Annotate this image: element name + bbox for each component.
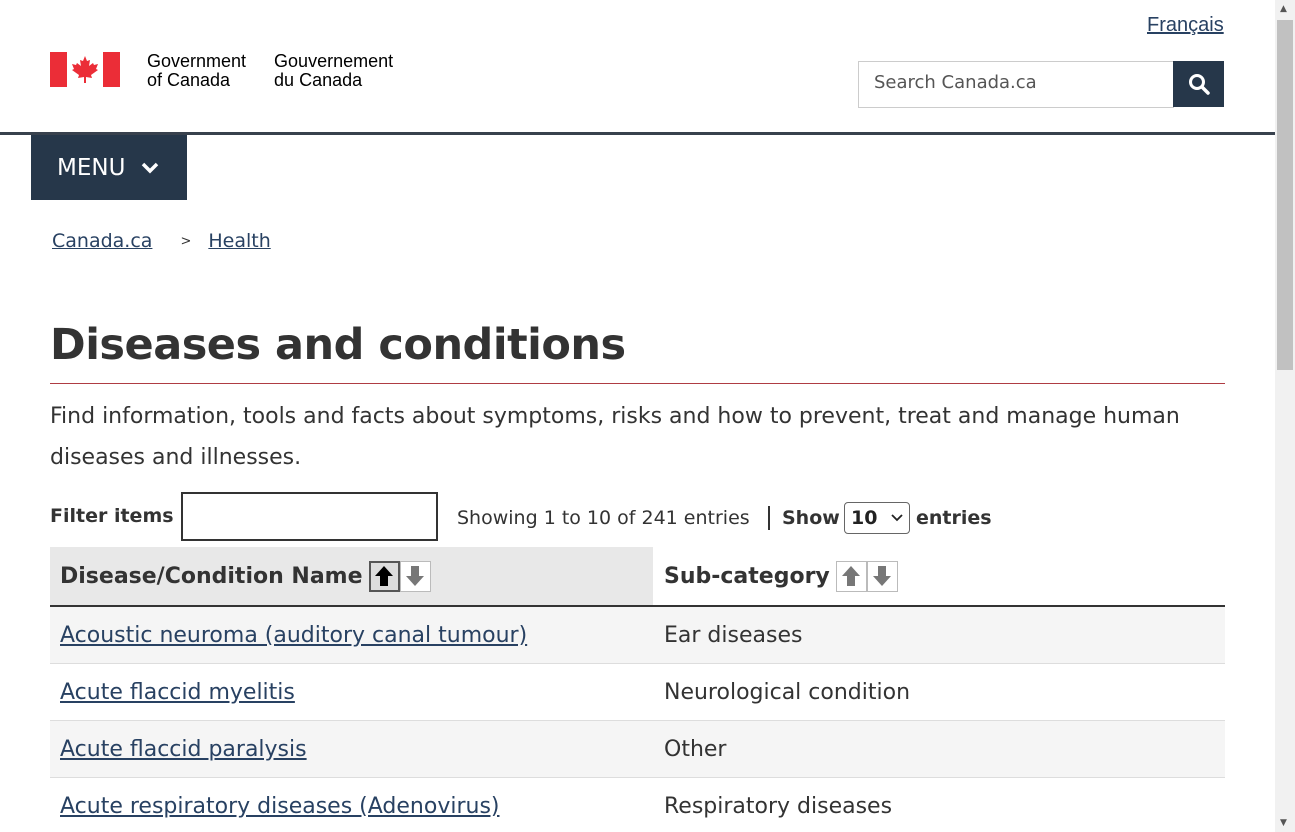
header-divider	[0, 132, 1275, 135]
info-divider	[768, 506, 770, 530]
sort-controls	[368, 560, 431, 592]
chevron-down-icon	[142, 162, 159, 173]
subcategory-cell: Other	[664, 736, 727, 762]
table-row: Acoustic neuroma (auditory canal tumour)…	[50, 607, 1225, 664]
breadcrumb-separator: >	[180, 233, 192, 249]
arrow-down-icon[interactable]	[866, 560, 898, 592]
entries-label: entries	[916, 507, 992, 529]
filter-input[interactable]	[181, 492, 438, 541]
subcategory-cell: Ear diseases	[664, 622, 803, 648]
breadcrumb: Canada.ca > Health	[52, 230, 271, 252]
arrow-up-icon[interactable]	[368, 560, 400, 592]
menu-button[interactable]: MENU	[31, 135, 187, 200]
scrollbar-thumb[interactable]	[1277, 20, 1293, 370]
scroll-up-icon[interactable]: ▲	[1280, 4, 1287, 14]
search-button[interactable]	[1173, 61, 1224, 107]
breadcrumb-link-health[interactable]: Health	[208, 230, 270, 252]
wordmark-fr: Gouvernement du Canada	[274, 51, 394, 90]
subcategory-cell: Neurological condition	[664, 679, 911, 705]
show-label: Show	[782, 507, 840, 529]
subcategory-cell: Respiratory diseases	[664, 793, 893, 819]
entries-info: Showing 1 to 10 of 241 entries	[457, 507, 750, 529]
disease-link[interactable]: Acute respiratory diseases (Adenovirus)	[60, 794, 499, 819]
language-toggle-link[interactable]: Français	[1147, 14, 1224, 37]
search-input[interactable]: Search Canada.ca	[858, 61, 1174, 108]
search-icon	[1188, 74, 1210, 95]
table-row: Acute flaccid paralysis Other	[50, 721, 1225, 778]
table-row: Acute respiratory diseases (Adenovirus) …	[50, 778, 1225, 832]
title-divider	[50, 383, 1225, 384]
gc-signature-logo[interactable]: Government of Canada Gouvernement du Can…	[50, 52, 393, 90]
column-header-subcategory[interactable]: Sub-category	[653, 547, 1225, 605]
breadcrumb-link-canada[interactable]: Canada.ca	[52, 230, 152, 252]
canada-flag-icon	[50, 52, 120, 87]
table-row: Acute flaccid myelitis Neurological cond…	[50, 664, 1225, 721]
chevron-down-icon	[891, 514, 903, 522]
filter-label: Filter items	[50, 505, 174, 527]
scroll-down-icon[interactable]: ▼	[1280, 818, 1287, 828]
disease-link[interactable]: Acoustic neuroma (auditory canal tumour)	[60, 623, 527, 648]
intro-text: Find information, tools and facts about …	[50, 404, 1180, 470]
entries-per-page-value: 10	[851, 507, 878, 529]
table-header: Disease/Condition Name Sub-category	[50, 547, 1225, 607]
column-header-name[interactable]: Disease/Condition Name	[50, 547, 653, 605]
page-scrollbar[interactable]: ▲ ▼	[1275, 0, 1295, 832]
sort-controls	[835, 560, 898, 592]
diseases-table: Disease/Condition Name Sub-category Acou…	[50, 547, 1225, 832]
disease-link[interactable]: Acute flaccid myelitis	[60, 680, 295, 705]
menu-label: MENU	[57, 154, 126, 181]
arrow-down-icon[interactable]	[399, 560, 431, 592]
arrow-up-icon[interactable]	[835, 560, 867, 592]
disease-link[interactable]: Acute flaccid paralysis	[60, 737, 307, 762]
page-title: Diseases and conditions	[50, 320, 626, 370]
wordmark-en: Government of Canada	[147, 51, 247, 90]
entries-per-page-select[interactable]: 10	[844, 502, 910, 534]
